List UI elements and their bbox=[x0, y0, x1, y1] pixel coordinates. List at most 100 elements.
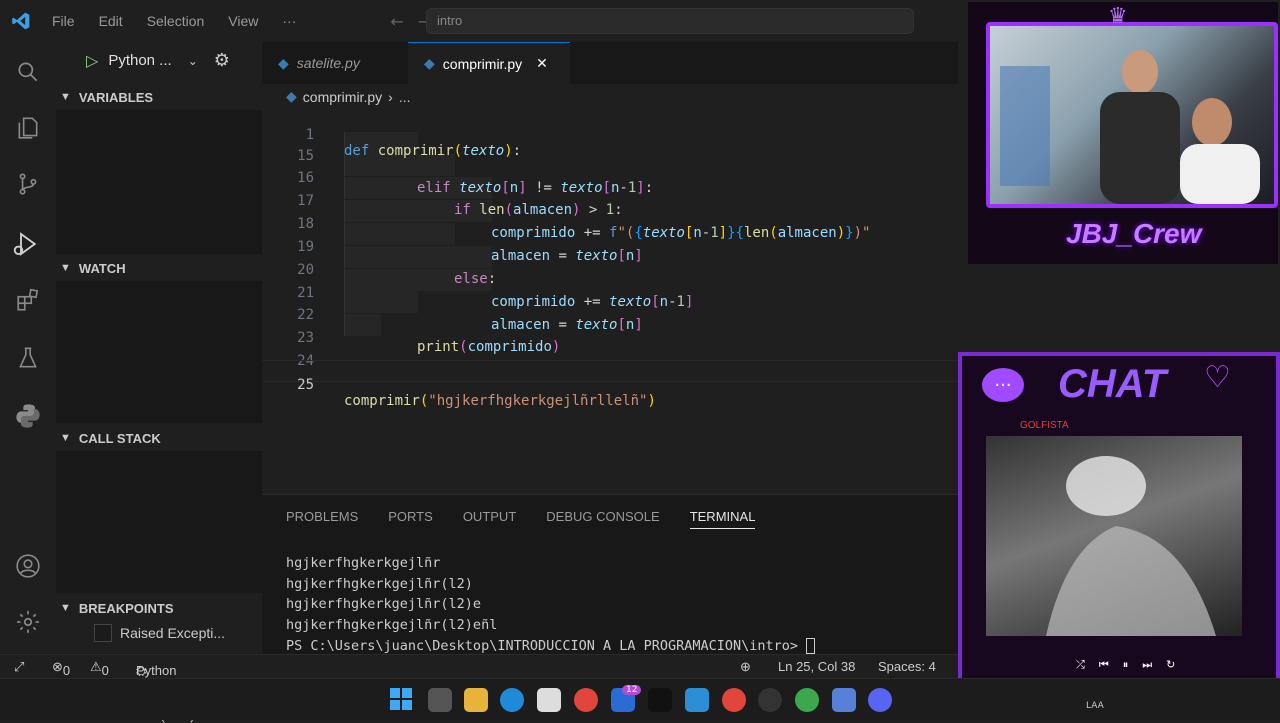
menu-bar: File Edit Selection View ··· bbox=[52, 13, 320, 29]
extensions-icon[interactable] bbox=[12, 284, 44, 316]
zoom-icon[interactable]: ⊕ bbox=[740, 659, 751, 675]
code-line[interactable]: 17 comprimido += f"({texto[n-1]}{len(alm… bbox=[262, 177, 958, 241]
error-count[interactable]: ⊗ 0 bbox=[52, 659, 70, 678]
chrome-profile-icon[interactable] bbox=[722, 688, 746, 712]
source-control-icon[interactable] bbox=[12, 168, 44, 200]
back-arrow-icon[interactable]: ← bbox=[390, 12, 403, 31]
vscode-logo-icon bbox=[0, 0, 42, 42]
warning-count[interactable]: ⚠ 0 bbox=[90, 659, 109, 678]
obs-icon[interactable] bbox=[758, 688, 782, 712]
app-icon[interactable] bbox=[832, 688, 856, 712]
explorer-icon[interactable] bbox=[12, 112, 44, 144]
task-view-icon[interactable] bbox=[428, 688, 452, 712]
tab-terminal[interactable]: TERMINAL bbox=[689, 509, 756, 529]
previous-icon[interactable]: ⏮ bbox=[1099, 658, 1109, 672]
terminal-cursor bbox=[806, 637, 816, 654]
command-center-search[interactable]: intro bbox=[426, 8, 914, 34]
file-explorer-icon[interactable] bbox=[464, 688, 488, 712]
remote-icon[interactable]: ⤢ bbox=[14, 659, 24, 675]
tab-problems[interactable]: PROBLEMS bbox=[286, 509, 358, 529]
edge-icon[interactable] bbox=[500, 688, 524, 712]
code-line[interactable]: 23 bbox=[262, 314, 958, 346]
python-icon[interactable] bbox=[12, 400, 44, 432]
indentation[interactable]: Spaces: 4 bbox=[878, 659, 936, 674]
menu-file[interactable]: File bbox=[52, 13, 75, 29]
capcut-icon[interactable] bbox=[648, 688, 672, 712]
menu-edit[interactable]: Edit bbox=[99, 13, 123, 29]
shuffle-icon[interactable]: ⤮ bbox=[1076, 658, 1085, 672]
code-line-current[interactable]: 25 comprimir("hgjkerfhgkerkgejlñrllelñ") bbox=[262, 360, 958, 409]
chevron-down-icon: ▼ bbox=[60, 91, 71, 103]
run-toolbar: ▷ Python ... ⌄ ⚙ bbox=[86, 50, 230, 71]
start-debugging-icon[interactable]: ▷ bbox=[86, 51, 98, 70]
call-stack-title: CALL STACK bbox=[78, 430, 161, 446]
run-debug-icon[interactable] bbox=[10, 228, 42, 260]
editor-tabs: ◆ satelite.py ◆ comprimir.py ✕ bbox=[262, 42, 958, 84]
chat-username: GOLFISTA bbox=[1020, 420, 1069, 431]
account-icon[interactable] bbox=[12, 550, 44, 582]
breakpoint-checkbox[interactable] bbox=[94, 624, 112, 642]
repeat-icon[interactable]: ↻ bbox=[1166, 658, 1175, 672]
tab-comprimir[interactable]: ◆ comprimir.py ✕ bbox=[408, 42, 570, 84]
breadcrumb-file[interactable]: comprimir.py bbox=[303, 89, 382, 105]
code-line[interactable]: 16 if len(almacen) > 1: bbox=[262, 154, 958, 218]
code-line[interactable]: 18 almacen = texto[n] bbox=[262, 200, 958, 264]
tab-label: comprimir.py bbox=[442, 55, 523, 72]
panel-tabs: PROBLEMS PORTS OUTPUT DEBUG CONSOLE TERM… bbox=[286, 509, 756, 529]
tab-satelite[interactable]: ◆ satelite.py bbox=[262, 42, 408, 84]
code-line[interactable]: 19 else: bbox=[262, 223, 958, 287]
variables-header[interactable]: ▼ VARIABLES bbox=[60, 84, 153, 110]
call-stack-header[interactable]: ▼ CALL STACK bbox=[60, 425, 161, 451]
watch-header[interactable]: ▼ WATCH bbox=[60, 255, 126, 281]
editor-area bbox=[262, 42, 958, 494]
gear-icon[interactable] bbox=[12, 606, 44, 638]
status-bar: ⤢ ⊗ 0 ⚠ 0 ⛭ Python Debugger: Python File… bbox=[0, 654, 958, 723]
store-icon[interactable] bbox=[537, 688, 561, 712]
code-line[interactable]: 22 print(comprimido) bbox=[262, 291, 958, 355]
breakpoint-label: Raised Excepti... bbox=[120, 625, 226, 641]
code-line[interactable]: 15 elif texto[n] != texto[n-1]: bbox=[262, 132, 958, 196]
python-file-icon: ◆ bbox=[424, 55, 435, 71]
vscode-taskbar-icon[interactable] bbox=[685, 688, 709, 712]
code-line[interactable]: 20 comprimido += texto[n-1] bbox=[262, 246, 958, 310]
breakpoints-header[interactable]: ▼ BREAKPOINTS bbox=[60, 595, 174, 621]
chat-title: CHAT bbox=[1058, 362, 1167, 406]
run-config-select[interactable]: Python ... bbox=[108, 52, 171, 69]
pause-icon[interactable]: ⏸ bbox=[1123, 658, 1129, 672]
discord-icon[interactable] bbox=[868, 688, 892, 712]
variables-title: VARIABLES bbox=[78, 89, 154, 105]
variables-panel bbox=[56, 110, 262, 254]
tab-debug-console[interactable]: DEBUG CONSOLE bbox=[546, 509, 659, 529]
menu-more[interactable]: ··· bbox=[282, 13, 296, 29]
tab-ports[interactable]: PORTS bbox=[388, 509, 433, 529]
terminal-line: hgjkerfhgkerkgejlñr(l2)e bbox=[286, 596, 482, 613]
testing-icon[interactable] bbox=[12, 342, 44, 374]
sticky-scroll-line[interactable]: 1 def comprimir(texto): bbox=[262, 111, 958, 159]
search-icon[interactable] bbox=[12, 56, 44, 88]
close-icon[interactable]: ✕ bbox=[536, 55, 548, 72]
menu-selection[interactable]: Selection bbox=[147, 13, 205, 29]
watch-panel bbox=[56, 281, 262, 423]
heart-icon: ♡ bbox=[1204, 360, 1231, 395]
code-line[interactable]: 21 almacen = texto[n] bbox=[262, 269, 958, 333]
windows-start-icon[interactable] bbox=[390, 688, 414, 712]
chevron-right-icon: › bbox=[388, 88, 393, 105]
breadcrumb: ◆ comprimir.py › ... bbox=[286, 88, 410, 105]
menu-view[interactable]: View bbox=[228, 13, 258, 29]
debug-sidebar: ▷ Python ... ⌄ ⚙ ▼ VARIABLES ▼ WATCH ▼ C… bbox=[56, 42, 262, 654]
settings-gear-icon[interactable]: ⚙ bbox=[214, 50, 230, 71]
tray-text: LAA bbox=[1086, 701, 1104, 711]
next-icon[interactable]: ⏭ bbox=[1142, 658, 1152, 672]
breadcrumb-symbol[interactable]: ... bbox=[399, 89, 411, 105]
breakpoints-title: BREAKPOINTS bbox=[78, 600, 174, 616]
tab-output[interactable]: OUTPUT bbox=[463, 509, 516, 529]
chrome-icon[interactable] bbox=[574, 688, 598, 712]
breakpoint-item[interactable]: Raised Excepti... bbox=[94, 624, 225, 642]
album-art bbox=[986, 436, 1242, 636]
terminal-output[interactable]: hgjkerfhgkerkgejlñr hgjkerfhgkerkgejlñr(l… bbox=[286, 553, 816, 657]
cursor-position[interactable]: Ln 25, Col 38 bbox=[778, 659, 855, 674]
code-line[interactable]: 24 bbox=[262, 337, 958, 369]
chevron-down-icon[interactable]: ⌄ bbox=[188, 54, 198, 68]
watch-title: WATCH bbox=[78, 260, 126, 276]
chrome-alt-icon[interactable] bbox=[795, 688, 819, 712]
